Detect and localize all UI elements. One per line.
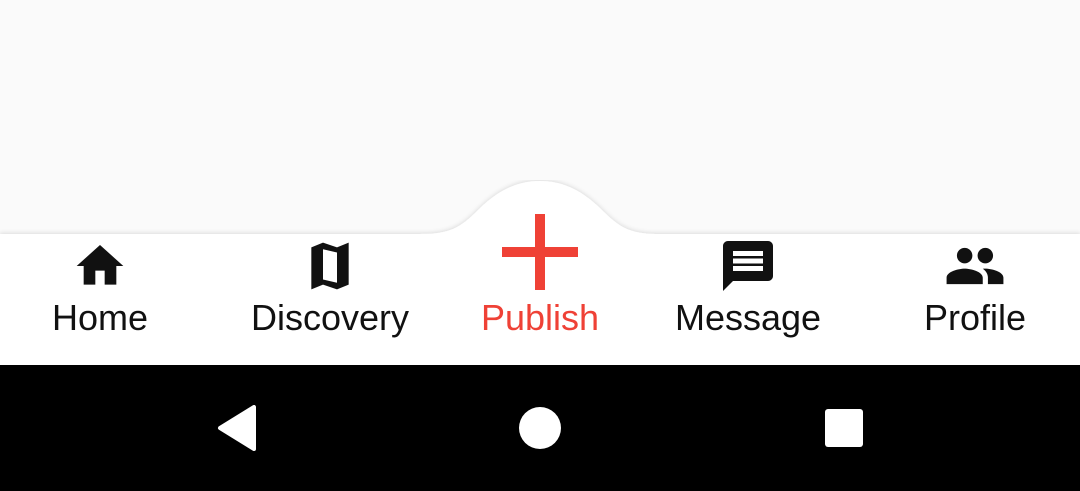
nav-item-message[interactable]: Message [663, 234, 833, 365]
back-icon[interactable] [212, 403, 262, 453]
nav-item-label: Publish [480, 297, 600, 338]
publish-icon-spacer [508, 234, 572, 298]
nav-item-label: Profile [923, 297, 1027, 338]
message-icon [716, 234, 780, 298]
nav-item-profile[interactable]: Profile [915, 234, 1035, 365]
home-icon [68, 234, 132, 298]
people-icon [943, 234, 1007, 298]
nav-item-publish[interactable]: Publish [470, 234, 610, 365]
nav-item-home[interactable]: Home [40, 234, 160, 365]
bottom-navigation-bar: Home Discovery Publish Message Profile [0, 180, 1080, 365]
home-circle-icon[interactable] [515, 403, 565, 453]
recents-icon[interactable] [819, 403, 869, 453]
nav-item-discovery[interactable]: Discovery [240, 234, 420, 365]
nav-item-label: Home [51, 297, 149, 338]
nav-item-label: Message [674, 297, 822, 338]
map-icon [298, 234, 362, 298]
system-navigation-bar [0, 365, 1080, 491]
nav-item-label: Discovery [250, 297, 410, 338]
